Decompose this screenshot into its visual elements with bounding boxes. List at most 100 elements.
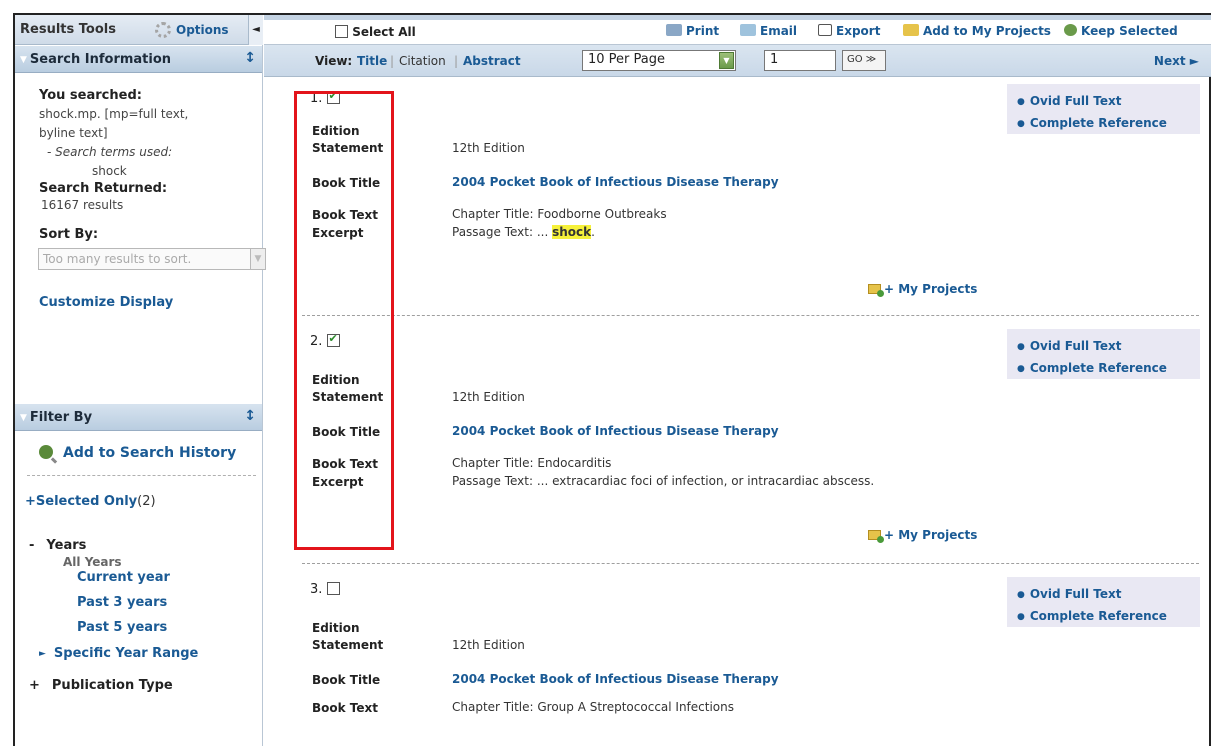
bullet-icon: ● [1017,590,1025,600]
print-button[interactable]: Print [666,24,719,38]
print-label: Print [686,24,720,38]
results-toolbar: Select All Print Email Export Add to My … [264,15,1211,45]
bullet-icon: ● [1017,119,1025,129]
app-frame: Results Tools Options ◄ ▼ Search Informat… [13,13,1211,746]
export-button[interactable]: Export [818,24,880,38]
my-projects-link[interactable]: + My Projects [868,528,978,543]
add-to-search-history-link[interactable]: Add to Search History [15,431,262,475]
result-links-box: ● Ovid Full Text ● Complete Reference [1007,84,1200,134]
results-list: 1. Edition Statement 12th Edition Book T… [264,77,1211,715]
options-button[interactable]: Options [155,22,229,38]
search-term-highlight: shock [552,225,592,239]
per-page-select[interactable]: 10 Per Page ▼ [582,50,736,71]
expand-triangle-icon: ► [39,649,46,659]
search-query-line1: shock.mp. [mp=full text, [39,107,189,121]
result-item: 1. Edition Statement 12th Edition Book T… [264,77,1211,332]
collapse-triangle-icon: ▼ [20,55,27,65]
specific-year-range-label: Specific Year Range [53,646,199,661]
publication-type-toggle[interactable]: + [29,678,40,693]
publication-type-filter[interactable]: + Publication Type [15,661,262,693]
add-projects-label: Add to My Projects [923,24,1051,38]
results-tools-title: Results Tools [20,22,116,37]
past-5-years-link[interactable]: Past 5 years [15,610,262,635]
search-query-line2: byline text] [39,126,108,140]
result-checkbox[interactable] [326,582,340,595]
results-tools-bar: Results Tools Options ◄ [15,15,263,45]
result-number-text: 3. [310,582,323,597]
ovid-full-text-link[interactable]: ● Ovid Full Text [1017,91,1200,113]
my-projects-link[interactable]: + My Projects [868,282,978,297]
all-years-label: All Years [63,555,122,569]
selected-only-filter[interactable]: +Selected Only(2) [15,476,262,526]
view-citation-link[interactable]: Citation [399,54,446,68]
email-label: Email [760,24,798,38]
per-page-value: 10 Per Page [588,52,665,67]
keep-selected-button[interactable]: Keep Selected [1064,24,1178,38]
book-text-label: Book Text [312,701,378,715]
complete-reference-label: Complete Reference [1029,609,1167,623]
view-separator: | [390,54,395,68]
page-number-input[interactable]: 1 [764,50,836,71]
collapse-panel-button[interactable]: ◄ [248,15,263,45]
bullet-icon: ● [1017,364,1025,374]
edition-value: 12th Edition [452,390,525,404]
book-title-link[interactable]: 2004 Pocket Book of Infectious Disease T… [452,175,779,189]
search-returned-label: Search Returned: [39,181,168,196]
ovid-full-text-link[interactable]: ● Ovid Full Text [1017,584,1200,606]
filter-by-header[interactable]: ▼ Filter By ↕ [15,403,262,431]
selected-only-link[interactable]: +Selected Only [25,494,137,509]
export-label: Export [836,24,881,38]
select-all-checkbox[interactable] [335,25,348,38]
gear-icon [155,22,171,38]
my-projects-label: + My Projects [884,528,978,542]
search-term: shock [92,164,127,178]
resize-icon[interactable]: ↕ [244,50,256,66]
filter-by-title: Filter By [29,410,93,425]
ovid-full-text-label: Ovid Full Text [1029,587,1122,601]
resize-icon[interactable]: ↕ [244,408,256,424]
book-title-link[interactable]: 2004 Pocket Book of Infectious Disease T… [452,424,779,438]
customize-display-link[interactable]: Customize Display [39,295,262,310]
collapse-triangle-icon: ▼ [20,413,27,423]
complete-reference-link[interactable]: ● Complete Reference [1017,606,1200,628]
years-toggle[interactable]: - [29,538,34,553]
complete-reference-link[interactable]: ● Complete Reference [1017,113,1200,135]
current-year-link[interactable]: Current year [15,569,262,585]
next-page-link[interactable]: Next ► [1154,54,1199,68]
passage-suffix: . [591,225,595,239]
chapter-title: Chapter Title: Foodborne Outbreaks [452,207,667,221]
statement-label: Statement [312,638,384,652]
email-button[interactable]: Email [740,24,797,38]
my-projects-label: + My Projects [884,282,978,296]
bullet-icon: ● [1017,342,1025,352]
bullet-icon: ● [1017,612,1025,622]
complete-reference-link[interactable]: ● Complete Reference [1017,358,1200,380]
view-abstract-link[interactable]: Abstract [463,54,521,68]
search-terms-label: - Search terms used: [47,145,173,159]
view-separator: | [454,54,459,68]
keep-selected-icon [1064,24,1077,36]
add-to-my-projects-button[interactable]: Add to My Projects [903,24,1051,38]
select-all[interactable]: Select All [335,25,416,39]
years-filter-header[interactable]: - Years [15,526,262,553]
left-panel: Results Tools Options ◄ ▼ Search Informat… [15,15,266,746]
book-title-link[interactable]: 2004 Pocket Book of Infectious Disease T… [452,672,779,686]
years-label: Years [46,538,87,553]
go-button[interactable]: GO ≫ [842,50,886,71]
edition-value: 12th Edition [452,638,525,652]
chapter-title: Chapter Title: Endocarditis [452,456,612,470]
complete-reference-label: Complete Reference [1029,361,1167,375]
export-icon [818,24,832,36]
specific-year-range-link[interactable]: ► Specific Year Range [15,635,262,661]
search-information-title: Search Information [29,52,172,67]
result-links-box: ● Ovid Full Text ● Complete Reference [1007,329,1200,379]
ovid-full-text-link[interactable]: ● Ovid Full Text [1017,336,1200,358]
view-title-link[interactable]: Title [357,54,387,68]
search-information-header[interactable]: ▼ Search Information ↕ [15,45,262,73]
search-information-body: You searched: shock.mp. [mp=full text, b… [15,73,266,403]
result-links-box: ● Ovid Full Text ● Complete Reference [1007,577,1200,627]
past-3-years-link[interactable]: Past 3 years [15,585,262,610]
bullet-icon: ● [1017,97,1025,107]
passage-text: Passage Text: ... shock. [452,225,595,239]
sort-by-select[interactable]: Too many results to sort. ▼ [38,248,266,270]
